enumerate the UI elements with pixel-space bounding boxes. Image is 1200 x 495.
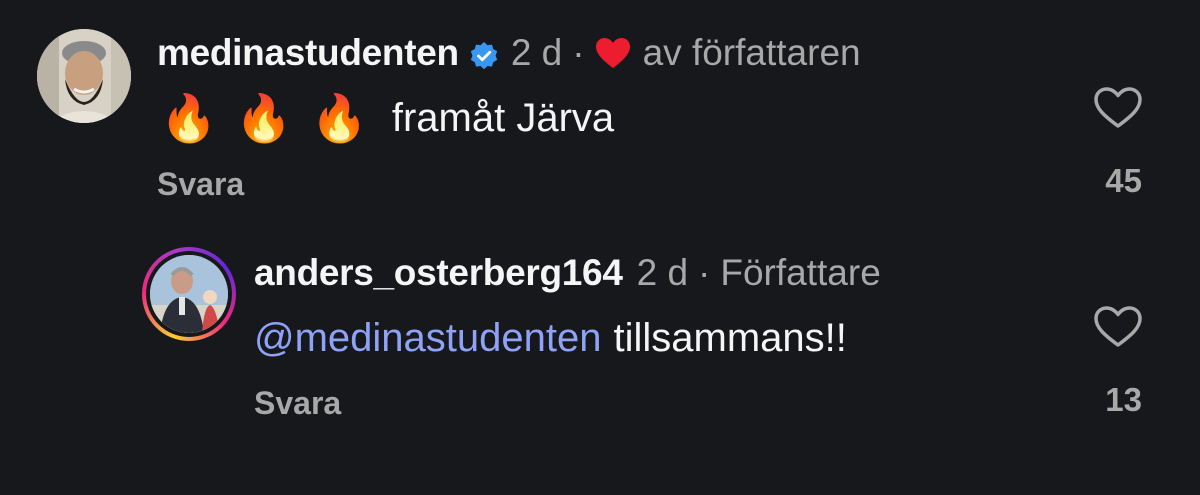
mention-link[interactable]: @medinastudenten [254, 316, 602, 361]
avatar[interactable] [37, 29, 131, 123]
reply-button[interactable]: Svara [254, 385, 341, 422]
liked-by-author-label: av författaren [642, 32, 861, 73]
comment-header: anders_osterberg164 2 d · Författare [254, 250, 881, 296]
fire-emoji: 🔥 [160, 92, 218, 144]
comment-text: tillsammans!! [613, 315, 847, 360]
story-ring-avatar[interactable] [142, 247, 236, 341]
username[interactable]: anders_osterberg164 [254, 252, 623, 294]
fire-emoji: 🔥 [235, 92, 293, 144]
like-count: 45 [1105, 162, 1142, 199]
comment-thread: medinastudenten 2 d · av författaren 🔥 🔥… [0, 0, 1200, 495]
verified-badge-icon [469, 38, 499, 70]
comment-body: 🔥 🔥 🔥 framåt Järva [160, 88, 614, 148]
reply-button[interactable]: Svara [157, 166, 244, 203]
comment-header: medinastudenten 2 d · av författaren [157, 30, 861, 76]
comment-time: 2 d [636, 252, 689, 293]
comment-time: 2 d [510, 32, 563, 73]
red-heart-icon [595, 37, 631, 70]
avatar [150, 255, 228, 333]
heart-outline-icon[interactable] [1093, 86, 1143, 130]
fire-emoji: 🔥 [310, 92, 368, 144]
comment-body: @medinastudenten tillsammans!! [254, 310, 847, 366]
separator-dot: · [698, 252, 711, 293]
like-count: 13 [1105, 381, 1142, 418]
comment-item: medinastudenten 2 d · av författaren 🔥 🔥… [0, 0, 1200, 230]
separator-dot: · [572, 32, 585, 73]
author-label: Författare [720, 252, 881, 293]
comment-text: framåt Järva [391, 95, 615, 140]
heart-outline-icon[interactable] [1093, 305, 1143, 349]
username[interactable]: medinastudenten [157, 32, 459, 74]
